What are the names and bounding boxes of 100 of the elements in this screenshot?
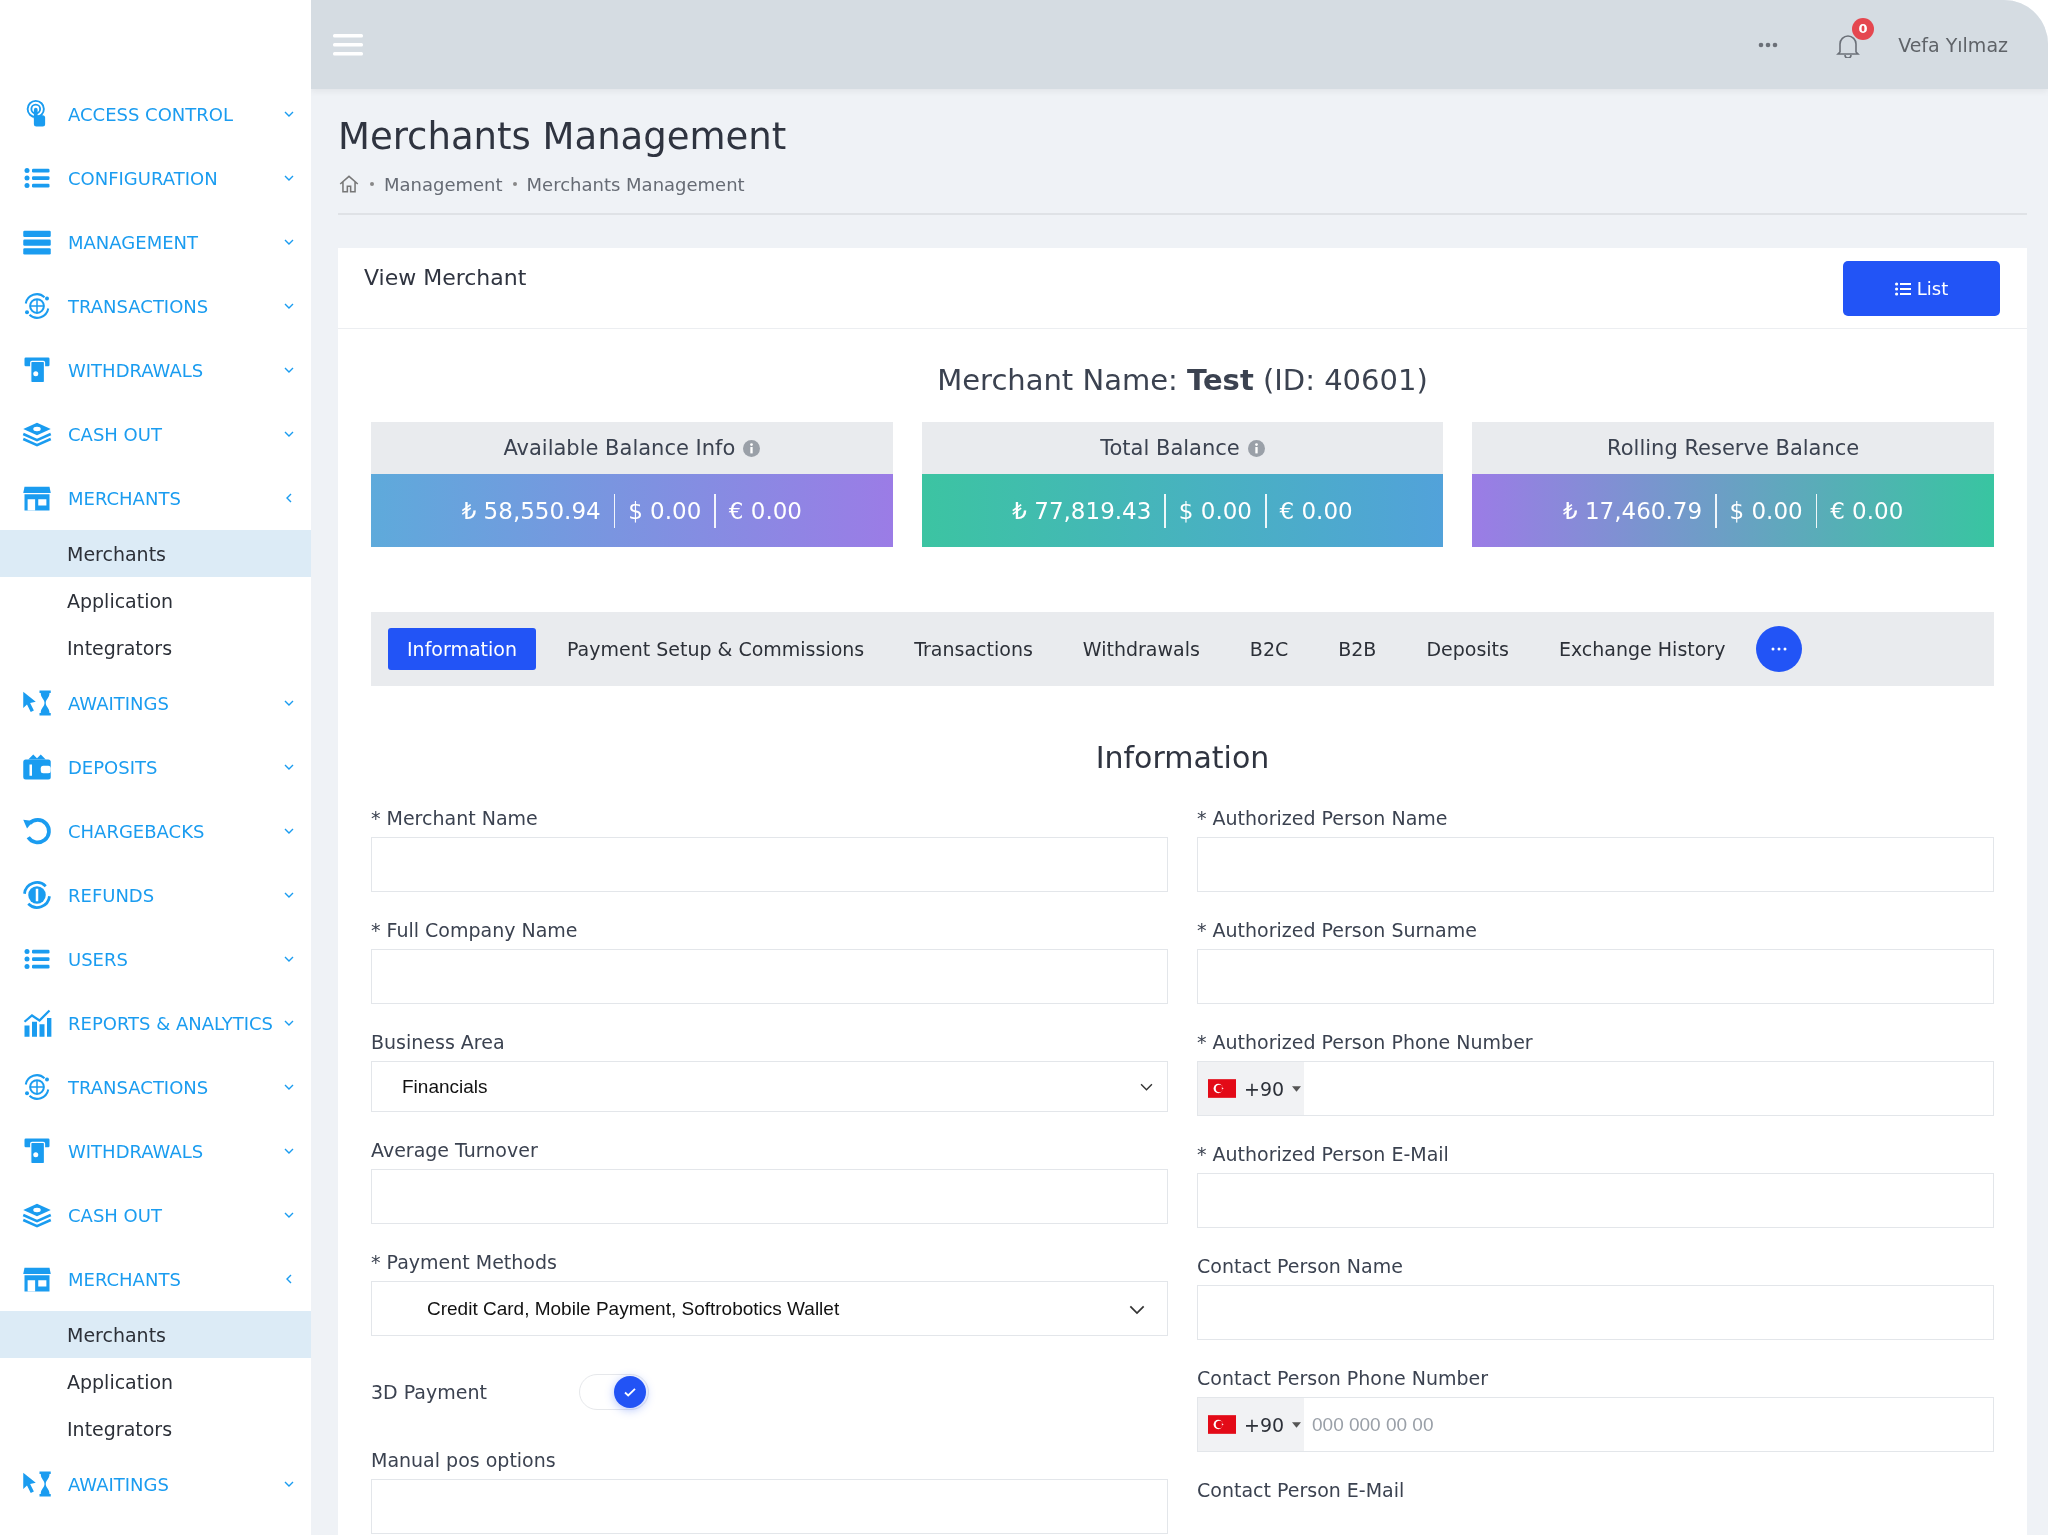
balance-amount: ₺ 77,819.43: [1011, 497, 1153, 524]
select-field[interactable]: Credit Card, Mobile Payment, Softrobotics Wallet: [371, 1281, 1168, 1336]
sidebar-item[interactable]: REFUNDS: [0, 863, 311, 927]
balance-amount: ₺ 17,460.79: [1562, 497, 1703, 524]
toggle-switch[interactable]: [579, 1374, 649, 1410]
home-icon[interactable]: [338, 173, 360, 195]
field-label: Contact Person Name: [1197, 1254, 1404, 1279]
phone-field[interactable]: +90: [1197, 1061, 1994, 1116]
sidebar-item[interactable]: REPORTS & ANALYTICS: [0, 991, 311, 1055]
tab[interactable]: Deposits: [1407, 628, 1528, 670]
list-icon: [1894, 281, 1911, 296]
submenu-item[interactable]: Application: [0, 1358, 311, 1405]
user-name[interactable]: Vefa Yılmaz: [1898, 33, 2008, 56]
tab[interactable]: B2B: [1319, 628, 1396, 670]
input-field[interactable]: [371, 1479, 1168, 1534]
breadcrumb-link[interactable]: Management: [384, 173, 503, 195]
sidebar-item[interactable]: CHARGEBACKS: [0, 799, 311, 863]
sidebar-item[interactable]: USERS: [0, 927, 311, 991]
sidebar-item[interactable]: ACCESS CONTROL: [0, 82, 311, 146]
more-icon[interactable]: [1758, 41, 1779, 48]
field-label: * Authorized Person Phone Number: [1197, 1030, 1534, 1055]
field-label: Contact Person Phone Number: [1197, 1366, 1490, 1391]
tab[interactable]: Exchange History: [1539, 628, 1745, 670]
undo-icon: [22, 816, 52, 846]
menu-icon[interactable]: [333, 32, 363, 57]
field-label: Business Area: [371, 1030, 506, 1055]
card-title: View Merchant: [364, 265, 527, 292]
balance-amount: € 0.00: [727, 497, 803, 524]
submenu-item[interactable]: Merchants: [0, 530, 311, 577]
field-label: * Full Company Name: [371, 918, 579, 943]
input-field[interactable]: [1197, 837, 1994, 892]
merchant-heading: Merchant Name: Test (ID: 40601): [936, 362, 1429, 399]
balance-amount: $ 0.00: [627, 497, 703, 524]
input-field[interactable]: [1197, 949, 1994, 1004]
field-label: Manual pos options: [371, 1448, 557, 1473]
balance-amount: $ 0.00: [1177, 497, 1253, 524]
more-tabs-button[interactable]: [1756, 626, 1803, 672]
input-field[interactable]: [371, 949, 1168, 1004]
cursor-hourglass-icon: [22, 1469, 52, 1499]
field-label: * Authorized Person Name: [1197, 806, 1449, 831]
bar-chart-icon: [22, 1008, 52, 1038]
globe-icon: [22, 1072, 52, 1102]
tab[interactable]: B2C: [1230, 628, 1308, 670]
sidebar-item[interactable]: CASH OUT: [0, 402, 311, 466]
cursor-hourglass-icon: [22, 688, 52, 718]
sidebar-item[interactable]: TRANSACTIONS: [0, 274, 311, 338]
sidebar-item[interactable]: MERCHANTS: [0, 466, 311, 530]
sidebar-item[interactable]: AWAITINGS: [0, 671, 311, 735]
field-label: * Merchant Name: [371, 806, 539, 831]
flag-icon: [1208, 1079, 1236, 1098]
input-field[interactable]: [1197, 1285, 1994, 1340]
ellipsis-icon: [1771, 647, 1788, 651]
field-label: * Authorized Person E-Mail: [1197, 1142, 1450, 1167]
balance-title: Available Balance Info: [503, 436, 736, 460]
field-label: * Payment Methods: [371, 1250, 558, 1275]
input-field[interactable]: [371, 837, 1168, 892]
caret-down-icon: [1292, 1085, 1302, 1092]
tab[interactable]: Withdrawals: [1063, 628, 1219, 670]
sidebar-item[interactable]: WITHDRAWALS: [0, 1119, 311, 1183]
wallet-icon: [22, 752, 52, 782]
section-title: Information: [1094, 739, 1271, 777]
page-title: Merchants Management: [338, 114, 788, 160]
sidebar-item[interactable]: CASH OUT: [0, 1183, 311, 1247]
sidebar-item[interactable]: WITHDRAWALS: [0, 338, 311, 402]
submenu-item[interactable]: Application: [0, 577, 311, 624]
field-label: * Authorized Person Surname: [1197, 918, 1478, 943]
country-code-select[interactable]: +90: [1198, 1398, 1304, 1451]
balance-amount: € 0.00: [1829, 497, 1905, 524]
list-button[interactable]: List: [1843, 261, 2000, 316]
flag-icon: [1208, 1415, 1236, 1434]
sidebar-item[interactable]: TRANSACTIONS: [0, 1055, 311, 1119]
sidebar-item[interactable]: CONFIGURATION: [0, 146, 311, 210]
refund-icon: [22, 880, 52, 910]
submenu-item[interactable]: Integrators: [0, 1405, 311, 1452]
field-label: Average Turnover: [371, 1138, 539, 1163]
submenu-item[interactable]: Integrators: [0, 624, 311, 671]
input-field[interactable]: [371, 1169, 1168, 1224]
atm-icon: [22, 1136, 52, 1166]
field-label: Contact Person E-Mail: [1197, 1478, 1406, 1503]
balance-amount: € 0.00: [1278, 497, 1354, 524]
tab[interactable]: Information: [388, 628, 536, 670]
tab[interactable]: Payment Setup & Commissions: [548, 628, 884, 670]
phone-field[interactable]: +90 000 000 00 00: [1197, 1397, 1994, 1452]
input-field[interactable]: [1197, 1173, 1994, 1228]
atm-icon: [22, 355, 52, 385]
balance-title: Total Balance: [1100, 436, 1240, 460]
balance-amount: ₺ 58,550.94: [460, 497, 602, 524]
country-code-select[interactable]: +90: [1198, 1062, 1304, 1115]
notification-badge: 0: [1852, 17, 1875, 40]
sidebar-item[interactable]: AWAITINGS: [0, 1452, 311, 1516]
sidebar-item[interactable]: DEPOSITS: [0, 735, 311, 799]
submenu-item[interactable]: Merchants: [0, 1311, 311, 1358]
tab[interactable]: Transactions: [895, 628, 1052, 670]
field-label: 3D Payment: [371, 1379, 488, 1405]
sidebar-item[interactable]: MANAGEMENT: [0, 210, 311, 274]
balance-title: Rolling Reserve Balance: [1607, 436, 1860, 460]
sidebar-item[interactable]: MERCHANTS: [0, 1247, 311, 1311]
balance-amount: $ 0.00: [1728, 497, 1804, 524]
select-field[interactable]: Financials: [371, 1061, 1168, 1112]
globe-icon: [22, 291, 52, 321]
